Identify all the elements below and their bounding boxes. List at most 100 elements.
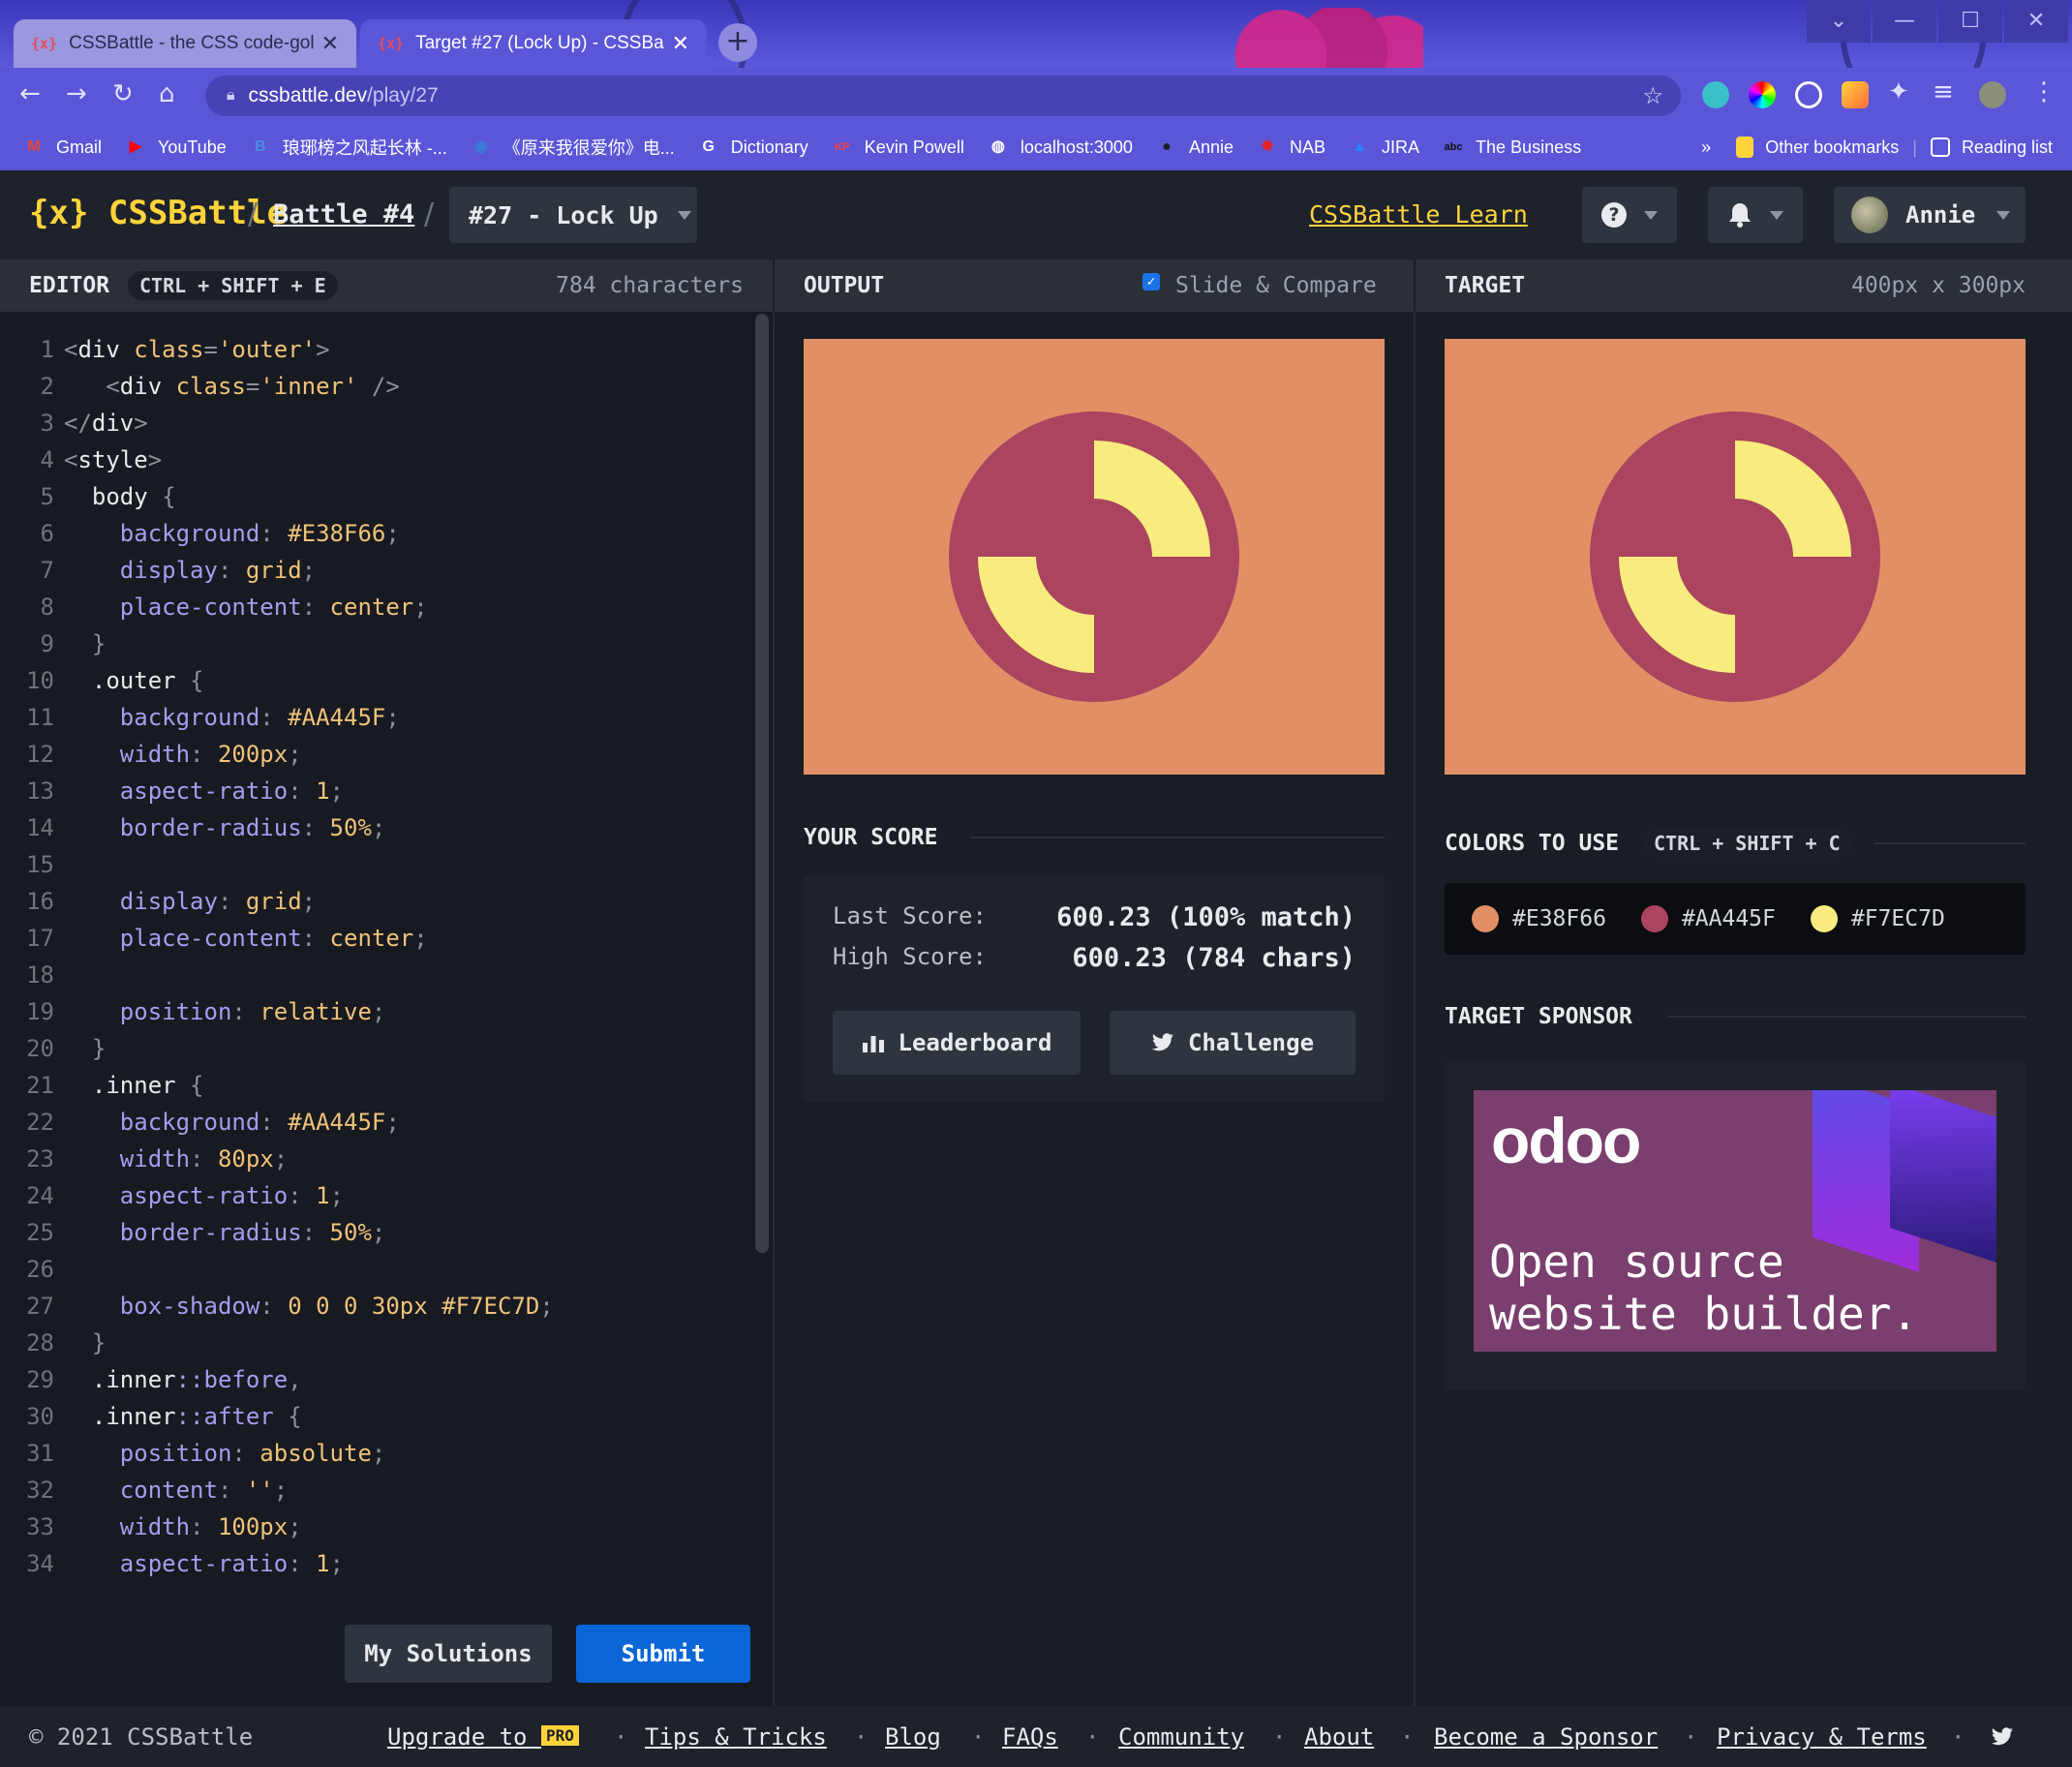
code-line[interactable]: 24 aspect-ratio: 1;: [0, 1177, 344, 1214]
home-icon[interactable]: ⌂: [159, 79, 175, 108]
maximize-icon[interactable]: ☐: [1938, 0, 2002, 43]
code-line[interactable]: 16 display: grid;: [0, 883, 316, 920]
color-swatch[interactable]: [1472, 905, 1499, 932]
footer-link-blog[interactable]: Blog: [885, 1723, 941, 1751]
browser-menu-icon[interactable]: ⋮: [2031, 77, 2057, 107]
bookmark-item[interactable]: ● Annie: [1156, 137, 1234, 158]
sponsor-ad[interactable]: odoo Open source website builder.: [1474, 1090, 1996, 1352]
footer-link-faqs[interactable]: FAQs: [1002, 1723, 1058, 1751]
bookmark-item[interactable]: M Gmail: [23, 137, 102, 158]
slide-compare-checkbox[interactable]: ✓: [1143, 273, 1160, 290]
notes-extension-icon[interactable]: [1842, 81, 1869, 108]
code-line[interactable]: 33 width: 100px;: [0, 1508, 302, 1545]
user-menu[interactable]: Annie: [1834, 187, 2026, 243]
code-line[interactable]: 19 position: relative;: [0, 993, 385, 1030]
code-line[interactable]: 8 place-content: center;: [0, 589, 428, 625]
code-line[interactable]: 13 aspect-ratio: 1;: [0, 773, 344, 809]
code-line[interactable]: 34 aspect-ratio: 1;: [0, 1545, 344, 1582]
output-preview[interactable]: [804, 339, 1385, 775]
bookmark-item[interactable]: ◉ 《原来我很爱你》电...: [471, 135, 675, 160]
other-bookmarks[interactable]: Other bookmarks: [1736, 137, 1899, 158]
browser-tab-target-27[interactable]: {x} Target #27 (Lock Up) - CSSBattle ✕: [360, 19, 707, 68]
code-line[interactable]: 27 box-shadow: 0 0 0 30px #F7EC7D;: [0, 1288, 554, 1325]
code-line[interactable]: 2 <div class='inner' />: [0, 368, 400, 405]
code-line[interactable]: 6 background: #E38F66;: [0, 515, 400, 552]
code-line[interactable]: 26: [0, 1251, 64, 1288]
bookmark-item[interactable]: G Dictionary: [698, 137, 808, 158]
react-devtools-icon[interactable]: [1702, 81, 1729, 108]
color-swatch[interactable]: [1640, 905, 1668, 932]
challenge-button[interactable]: Challenge: [1110, 1011, 1356, 1075]
code-line[interactable]: 32 content: '';: [0, 1472, 288, 1508]
target-extension-icon[interactable]: [1795, 81, 1822, 108]
code-line[interactable]: 23 width: 80px;: [0, 1141, 288, 1177]
back-icon[interactable]: ←: [19, 79, 41, 108]
code-line[interactable]: 11 background: #AA445F;: [0, 699, 400, 736]
code-line[interactable]: 22 background: #AA445F;: [0, 1104, 400, 1141]
color-hex[interactable]: #E38F66: [1512, 906, 1606, 931]
close-tab-icon[interactable]: ✕: [321, 31, 339, 56]
bookmark-item[interactable]: ▲ JIRA: [1349, 137, 1419, 158]
browser-tab-cssbattle-home[interactable]: {x} CSSBattle - the CSS code-golfing ✕: [14, 19, 356, 68]
code-line[interactable]: 17 place-content: center;: [0, 920, 428, 957]
close-tab-icon[interactable]: ✕: [672, 31, 689, 56]
code-line[interactable]: 21 .inner {: [0, 1067, 203, 1104]
code-line[interactable]: 5 body {: [0, 478, 176, 515]
extensions-puzzle-icon[interactable]: ✦: [1888, 77, 1909, 107]
editor-scrollbar[interactable]: [755, 314, 769, 1253]
code-line[interactable]: 1 <div class='outer'>: [0, 331, 330, 368]
code-line[interactable]: 28 }: [0, 1325, 106, 1361]
bookmarks-overflow-icon[interactable]: »: [1701, 137, 1711, 158]
minimize-icon[interactable]: —: [1873, 0, 1936, 43]
footer-link-sponsor[interactable]: Become a Sponsor: [1434, 1723, 1658, 1751]
code-line[interactable]: 18: [0, 957, 64, 993]
slide-compare-label[interactable]: Slide & Compare: [1175, 273, 1377, 298]
bookmark-item[interactable]: ✸ NAB: [1257, 137, 1325, 158]
bookmark-item[interactable]: ◍ localhost:3000: [988, 137, 1133, 158]
color-picker-extension-icon[interactable]: [1749, 81, 1776, 108]
bookmark-item[interactable]: KP Kevin Powell: [832, 137, 964, 158]
address-bar[interactable]: 🔒︎ cssbattle.dev/play/27 ☆: [205, 76, 1681, 116]
twitter-icon[interactable]: [1991, 1727, 2014, 1747]
bookmark-item[interactable]: ▶ YouTube: [125, 137, 227, 158]
color-hex[interactable]: #F7EC7D: [1851, 906, 1945, 931]
notifications-button[interactable]: [1708, 187, 1803, 243]
help-button[interactable]: ?: [1582, 187, 1677, 243]
profile-avatar[interactable]: [1979, 81, 2006, 108]
code-line[interactable]: 30 .inner::after {: [0, 1398, 302, 1435]
code-line[interactable]: 10 .outer {: [0, 662, 203, 699]
tab-search-icon[interactable]: ⌄: [1807, 0, 1871, 43]
footer-link-community[interactable]: Community: [1118, 1723, 1244, 1751]
battle-link[interactable]: Battle #4: [273, 199, 414, 229]
reload-icon[interactable]: ↻: [112, 79, 134, 108]
code-line[interactable]: 9 }: [0, 625, 107, 662]
code-line[interactable]: 15: [0, 846, 64, 883]
new-tab-button[interactable]: +: [718, 23, 757, 62]
code-line[interactable]: 20 }: [0, 1030, 106, 1067]
code-line[interactable]: 29 .inner::before,: [0, 1361, 302, 1398]
code-line[interactable]: 12 width: 200px;: [0, 736, 302, 773]
code-line[interactable]: 25 border-radius: 50%;: [0, 1214, 385, 1251]
code-line[interactable]: 3 </div>: [0, 405, 148, 442]
target-select[interactable]: #27 - Lock Up: [449, 187, 697, 243]
learn-link[interactable]: CSSBattle Learn: [1309, 200, 1528, 228]
color-hex[interactable]: #AA445F: [1682, 906, 1776, 931]
code-line[interactable]: 31 position: absolute;: [0, 1435, 385, 1472]
forward-icon[interactable]: →: [66, 79, 87, 108]
leaderboard-button[interactable]: Leaderboard: [833, 1011, 1081, 1075]
bookmark-star-icon[interactable]: ☆: [1642, 82, 1663, 110]
footer-link-tips[interactable]: Tips & Tricks: [645, 1723, 827, 1751]
reading-list[interactable]: Reading list: [1930, 137, 2053, 158]
my-solutions-button[interactable]: My Solutions: [345, 1625, 552, 1683]
color-swatch[interactable]: [1810, 905, 1838, 932]
bookmark-item[interactable]: abc The Business: [1443, 137, 1582, 158]
code-line[interactable]: 14 border-radius: 50%;: [0, 809, 385, 846]
code-line[interactable]: 7 display: grid;: [0, 552, 317, 589]
close-window-icon[interactable]: ✕: [2004, 0, 2068, 43]
reading-queue-icon[interactable]: ≡: [1933, 77, 1954, 107]
upgrade-link[interactable]: Upgrade to PRO: [387, 1723, 579, 1751]
code-line[interactable]: 4 <style>: [0, 442, 163, 478]
footer-link-privacy[interactable]: Privacy & Terms: [1717, 1723, 1927, 1751]
bookmark-item[interactable]: B 琅琊榜之风起长林 -...: [250, 135, 447, 160]
submit-button[interactable]: Submit: [576, 1625, 750, 1683]
